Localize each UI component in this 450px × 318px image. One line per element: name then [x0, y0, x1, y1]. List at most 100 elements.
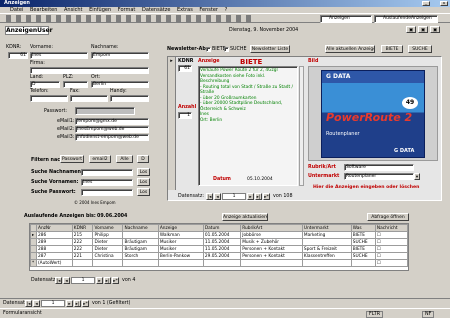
- cell[interactable]: [122, 231, 159, 239]
- cell[interactable]: [122, 259, 159, 267]
- cell[interactable]: Bräutigam: [122, 245, 159, 253]
- cell[interactable]: Philipp: [92, 231, 124, 239]
- nachricht-checkbox-cell[interactable]: ☐: [374, 259, 409, 267]
- lower-nav-new-button[interactable]: ▸*: [112, 277, 119, 284]
- cell[interactable]: [301, 238, 352, 246]
- cell[interactable]: [202, 259, 242, 267]
- col-header[interactable]: Was: [350, 224, 376, 232]
- cell[interactable]: 215: [71, 231, 94, 239]
- suche-passwort-field[interactable]: [81, 189, 133, 196]
- nav-first-button[interactable]: |◂: [206, 193, 213, 200]
- cell[interactable]: Personen + Kontakt: [240, 252, 303, 260]
- cell[interactable]: [157, 259, 204, 267]
- cell[interactable]: SUCHE: [350, 252, 376, 260]
- table-row[interactable]: ▸ 286 215 Philipp Walkman 01.05.2004 Jobbörse…: [30, 231, 409, 239]
- col-header[interactable]: Nachname: [122, 224, 159, 232]
- nachricht-checkbox-cell[interactable]: ☐: [374, 245, 409, 253]
- firma-field[interactable]: [30, 67, 149, 74]
- handy-field[interactable]: [110, 95, 149, 102]
- minimize-button[interactable]: _: [422, 1, 430, 6]
- toolbar-mini-button[interactable]: ▣: [430, 26, 440, 33]
- cell[interactable]: Personen + Kontakt: [240, 245, 303, 253]
- cell[interactable]: 289: [36, 238, 73, 246]
- cell[interactable]: 11.05.2004: [202, 238, 242, 246]
- bottom-nav-prev-button[interactable]: ◂: [33, 300, 40, 307]
- email1-field[interactable]: iempom@gmx.de: [75, 118, 149, 125]
- cell[interactable]: Musiker: [157, 238, 204, 246]
- nav-next-button[interactable]: ▸: [247, 193, 254, 200]
- newsletter-biete-checkbox[interactable]: [206, 47, 211, 52]
- cell[interactable]: [350, 259, 376, 267]
- cell[interactable]: Berlin-Pankow: [157, 252, 204, 260]
- cell[interactable]: [92, 259, 124, 267]
- col-header[interactable]: Vorname: [92, 224, 124, 232]
- ad-anzahl-field[interactable]: 1: [178, 112, 192, 119]
- lower-nav-last-button[interactable]: ▸|: [104, 277, 111, 284]
- cell[interactable]: SUCHE: [350, 238, 376, 246]
- nachricht-checkbox-cell[interactable]: ☐: [374, 238, 409, 246]
- cell[interactable]: 288: [36, 245, 73, 253]
- vorname-field[interactable]: Ines: [30, 52, 88, 59]
- col-header[interactable]: RubrikArt: [240, 224, 303, 232]
- los-vornamen-button[interactable]: Los: [137, 178, 150, 186]
- email2-field[interactable]: InesEmpom@web.de: [75, 126, 149, 133]
- cell[interactable]: 287: [36, 252, 73, 260]
- table-row[interactable]: 289 222 Dieter Bräutigam Musiker 11.05.2004 Mu…: [30, 238, 409, 246]
- cell[interactable]: Dieter: [92, 238, 124, 246]
- cell[interactable]: 221: [71, 252, 94, 260]
- record-selector[interactable]: ▸: [168, 57, 176, 190]
- nav-last-button[interactable]: ▸|: [255, 193, 262, 200]
- nav-prev-button[interactable]: ◂: [214, 193, 221, 200]
- cell[interactable]: 01.05.2004: [202, 231, 242, 239]
- col-header[interactable]: KDNR: [71, 224, 94, 232]
- cell[interactable]: 29.05.2004: [202, 252, 242, 260]
- cell[interactable]: Storch: [122, 252, 159, 260]
- nav-new-button[interactable]: ▸*: [263, 193, 270, 200]
- land-field[interactable]: D: [30, 81, 60, 88]
- col-header[interactable]: AnzNr: [36, 224, 73, 232]
- table-row-new[interactable]: * (AutoWert) ☐: [30, 259, 409, 267]
- cell[interactable]: Marketing: [301, 231, 352, 239]
- bottom-nav-next-button[interactable]: ▸: [66, 300, 73, 307]
- cell[interactable]: Walkman: [157, 231, 204, 239]
- suche-vornamen-field[interactable]: Ines: [81, 179, 133, 186]
- cell[interactable]: Musik + Zubehör: [240, 238, 303, 246]
- cell[interactable]: 286: [36, 231, 73, 239]
- filter-alle-button[interactable]: Alle: [116, 155, 133, 163]
- newsletter-liste-button[interactable]: Newsletter Liste: [250, 45, 290, 53]
- cell[interactable]: (AutoWert): [36, 259, 73, 267]
- suche-nachnamen-field[interactable]: [81, 169, 133, 176]
- cell[interactable]: Klassentreffen: [301, 252, 352, 260]
- ad-nav-current[interactable]: 1: [222, 193, 246, 200]
- ort-field[interactable]: Berlin: [91, 81, 149, 88]
- anzeige-aktualisieren-button[interactable]: Anzeige aktualisieren: [222, 213, 268, 221]
- cell[interactable]: [240, 259, 303, 267]
- lower-nav-first-button[interactable]: |◂: [55, 277, 62, 284]
- newsletter-suche-checkbox[interactable]: [224, 47, 229, 52]
- nachname-field[interactable]: Empom: [91, 52, 149, 59]
- cell[interactable]: [301, 259, 352, 267]
- rubrik-select[interactable]: Software: [344, 164, 414, 171]
- lower-nav-current[interactable]: 1: [71, 277, 95, 284]
- cell[interactable]: BIETE: [350, 231, 376, 239]
- ad-kdnr-field[interactable]: 61: [178, 65, 192, 72]
- filter-d-button[interactable]: D: [137, 155, 149, 163]
- plz-field[interactable]: [63, 81, 88, 88]
- col-header[interactable]: Datum: [202, 224, 242, 232]
- filter-passwort-button[interactable]: Passwort: [60, 155, 84, 163]
- kdnr-field[interactable]: 61: [8, 52, 28, 59]
- email3-field[interactable]: infodienst-empom@web.de: [75, 134, 149, 141]
- los-nachnamen-button[interactable]: Los: [137, 168, 150, 176]
- untermarkt-select[interactable]: Routenplaner: [344, 173, 414, 180]
- cell[interactable]: Dieter: [92, 245, 124, 253]
- col-header[interactable]: Untermarkt: [301, 224, 352, 232]
- cell[interactable]: [71, 259, 94, 267]
- toolbar-search-box[interactable]: Anzeigen: [320, 15, 372, 23]
- suche-button[interactable]: SUCHE: [408, 45, 432, 53]
- biete-button[interactable]: BIETE: [381, 45, 403, 53]
- lower-nav-prev-button[interactable]: ◂: [63, 277, 70, 284]
- toolbar-mini-button[interactable]: ▣: [406, 26, 416, 33]
- cell[interactable]: BIETE: [350, 245, 376, 253]
- close-button[interactable]: x: [440, 1, 448, 6]
- cell[interactable]: Jobbörse: [240, 231, 303, 239]
